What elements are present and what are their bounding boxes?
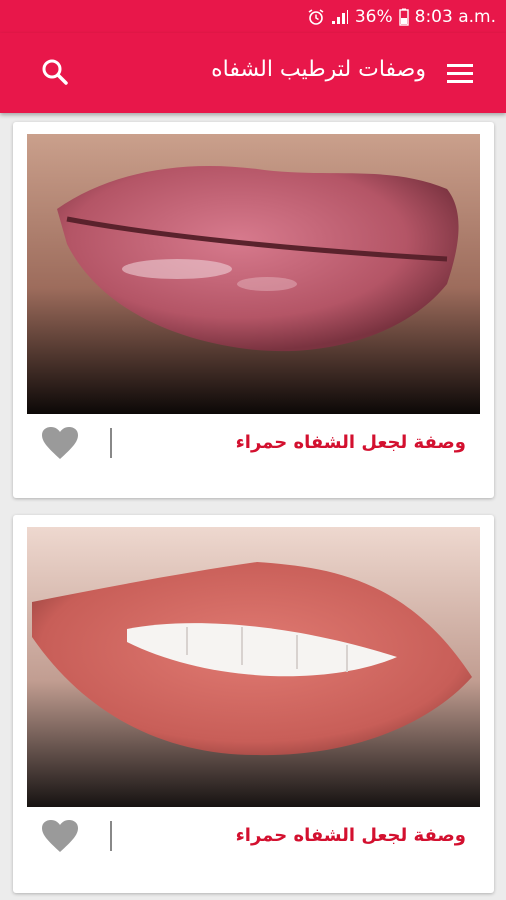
card-footer: وصفة لجعل الشفاه حمراء [13,414,494,484]
app-bar: وصفات لترطيب الشفاه [0,33,506,113]
recipe-card[interactable]: وصفة لجعل الشفاه حمراء [13,515,494,893]
recipe-card[interactable]: وصفة لجعل الشفاه حمراء [13,122,494,498]
search-icon[interactable] [40,57,70,87]
status-bar: 36% 8:03 a.m. [0,0,506,33]
card-title[interactable]: وصفة لجعل الشفاه حمراء [236,825,466,846]
card-title[interactable]: وصفة لجعل الشفاه حمراء [236,432,466,453]
recipe-image[interactable] [27,527,480,807]
divider [110,428,112,458]
battery-icon [398,8,409,26]
card-footer: وصفة لجعل الشفاه حمراء [13,807,494,877]
alarm-icon [307,8,325,26]
signal-icon [331,9,349,25]
clock: 8:03 a.m. [414,6,496,27]
heart-icon[interactable] [41,426,79,460]
recipe-image[interactable] [27,134,480,414]
page-title: وصفات لترطيب الشفاه [211,57,426,82]
divider [110,821,112,851]
battery-percent: 36% [354,6,393,27]
heart-icon[interactable] [41,819,79,853]
hamburger-menu-icon[interactable] [446,61,474,85]
